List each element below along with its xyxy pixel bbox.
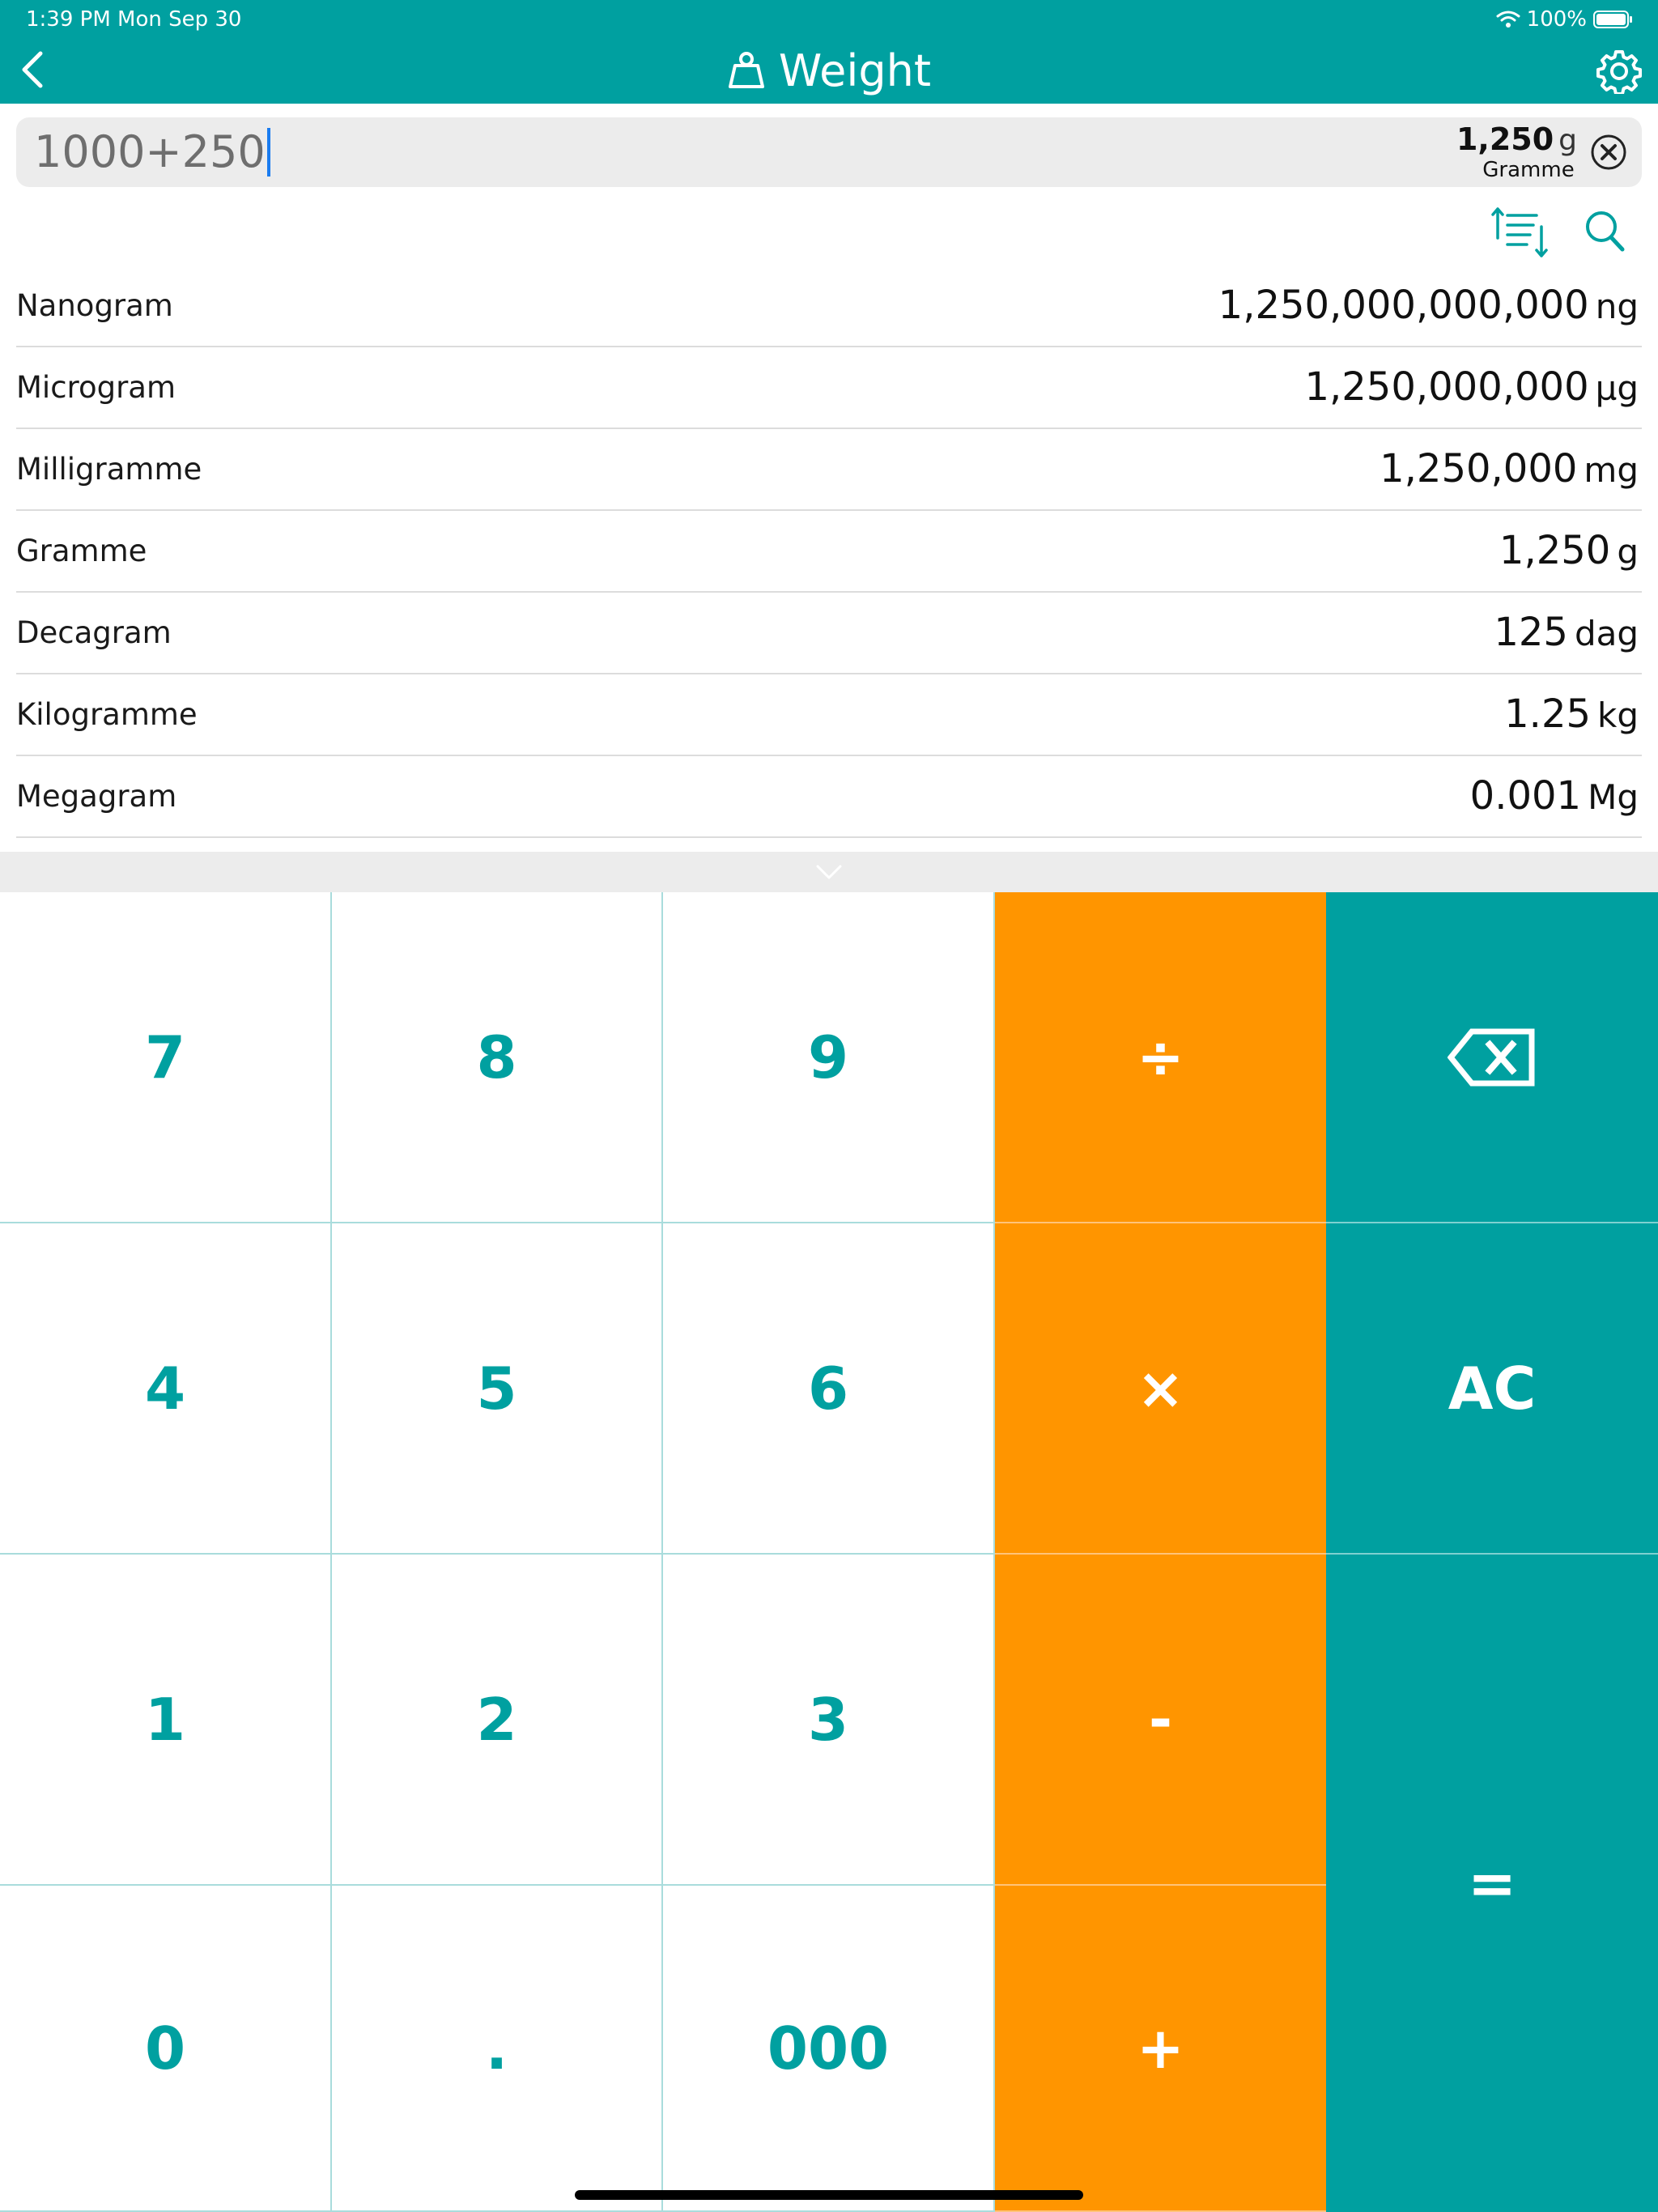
keypad: 7 8 9 ÷ 4 5 6 × AC 1 2 3 - 0 . 000 + = xyxy=(0,892,1658,2212)
all-clear-button[interactable]: AC xyxy=(1326,1223,1658,1555)
close-circle-icon xyxy=(1591,134,1626,170)
expression-input[interactable]: 1000+250 1,250 g Gramme xyxy=(16,117,1642,187)
unit-row-nanogram[interactable]: Nanogram 1,250,000,000,000 ng xyxy=(16,266,1642,347)
text-caret xyxy=(266,128,270,177)
app-root: 1:39 PM Mon Sep 30 100% Weight 1000+250 … xyxy=(0,0,1658,2212)
weight-icon xyxy=(728,52,764,88)
unit-name: Milligramme xyxy=(16,452,202,487)
unit-value: 125 dag xyxy=(1494,610,1639,655)
wifi-icon xyxy=(1496,11,1520,28)
sort-icon xyxy=(1491,207,1548,257)
unit-name: Megagram xyxy=(16,779,177,814)
unit-value: 1,250,000,000 µg xyxy=(1304,364,1639,410)
unit-row-microgram[interactable]: Microgram 1,250,000,000 µg xyxy=(16,347,1642,429)
battery-icon xyxy=(1593,11,1632,28)
status-indicators: 100% xyxy=(1496,5,1634,34)
battery-percent: 100% xyxy=(1526,7,1587,32)
backspace-icon xyxy=(1448,1028,1535,1086)
header: 1:39 PM Mon Sep 30 100% Weight xyxy=(0,0,1658,104)
unit-name: Kilogramme xyxy=(16,697,198,732)
key-decimal[interactable]: . xyxy=(332,1886,663,2212)
unit-value: 0.001 Mg xyxy=(1469,773,1639,819)
key-8[interactable]: 8 xyxy=(332,892,663,1223)
equals-button[interactable]: = xyxy=(1326,1555,1658,2212)
chevron-down-icon xyxy=(816,865,842,879)
search-icon xyxy=(1586,211,1625,252)
unit-value: 1,250 g xyxy=(1499,528,1639,573)
expression-result: 1,250 g Gramme xyxy=(1367,122,1577,182)
key-divide[interactable]: ÷ xyxy=(995,892,1326,1223)
nav-title: Weight xyxy=(0,42,1658,99)
result-unit-name: Gramme xyxy=(1482,158,1575,182)
unit-value: 1,250,000 mg xyxy=(1380,446,1639,491)
key-multiply[interactable]: × xyxy=(995,1223,1326,1555)
unit-row-kilogramme[interactable]: Kilogramme 1.25 kg xyxy=(16,674,1642,756)
unit-value: 1.25 kg xyxy=(1504,691,1639,737)
expression-value: 1000+250 xyxy=(34,126,266,177)
page-title: Weight xyxy=(778,45,932,96)
status-time: 1:39 PM Mon Sep 30 xyxy=(26,7,242,32)
keypad-collapse-handle[interactable] xyxy=(0,852,1658,892)
result-unit: g xyxy=(1558,124,1577,157)
key-7[interactable]: 7 xyxy=(0,892,332,1223)
key-plus[interactable]: + xyxy=(995,1886,1326,2212)
key-2[interactable]: 2 xyxy=(332,1555,663,1886)
sort-button[interactable] xyxy=(1491,206,1550,259)
unit-name: Microgram xyxy=(16,370,176,405)
clear-input-button[interactable] xyxy=(1590,134,1627,171)
key-5[interactable]: 5 xyxy=(332,1223,663,1555)
settings-button[interactable] xyxy=(1596,49,1642,96)
backspace-button[interactable] xyxy=(1326,892,1658,1223)
unit-name: Gramme xyxy=(16,534,147,568)
key-1[interactable]: 1 xyxy=(0,1555,332,1886)
home-indicator xyxy=(575,2190,1083,2200)
unit-row-gramme[interactable]: Gramme 1,250 g xyxy=(16,511,1642,593)
key-4[interactable]: 4 xyxy=(0,1223,332,1555)
unit-name: Decagram xyxy=(16,615,172,650)
unit-value: 1,250,000,000,000 ng xyxy=(1218,283,1639,328)
unit-row-megagram[interactable]: Megagram 0.001 Mg xyxy=(16,756,1642,838)
unit-list: Nanogram 1,250,000,000,000 ng Microgram 1… xyxy=(0,266,1658,838)
unit-row-milligramme[interactable]: Milligramme 1,250,000 mg xyxy=(16,429,1642,511)
search-button[interactable] xyxy=(1584,209,1626,254)
gear-icon xyxy=(1596,50,1642,96)
key-9[interactable]: 9 xyxy=(663,892,995,1223)
key-3[interactable]: 3 xyxy=(663,1555,995,1886)
key-minus[interactable]: - xyxy=(995,1555,1326,1886)
key-6[interactable]: 6 xyxy=(663,1223,995,1555)
unit-row-decagram[interactable]: Decagram 125 dag xyxy=(16,593,1642,674)
unit-name: Nanogram xyxy=(16,288,173,323)
key-000[interactable]: 000 xyxy=(663,1886,995,2212)
result-value: 1,250 xyxy=(1456,121,1554,157)
key-0[interactable]: 0 xyxy=(0,1886,332,2212)
expression-input-text: 1000+250 xyxy=(34,117,270,187)
